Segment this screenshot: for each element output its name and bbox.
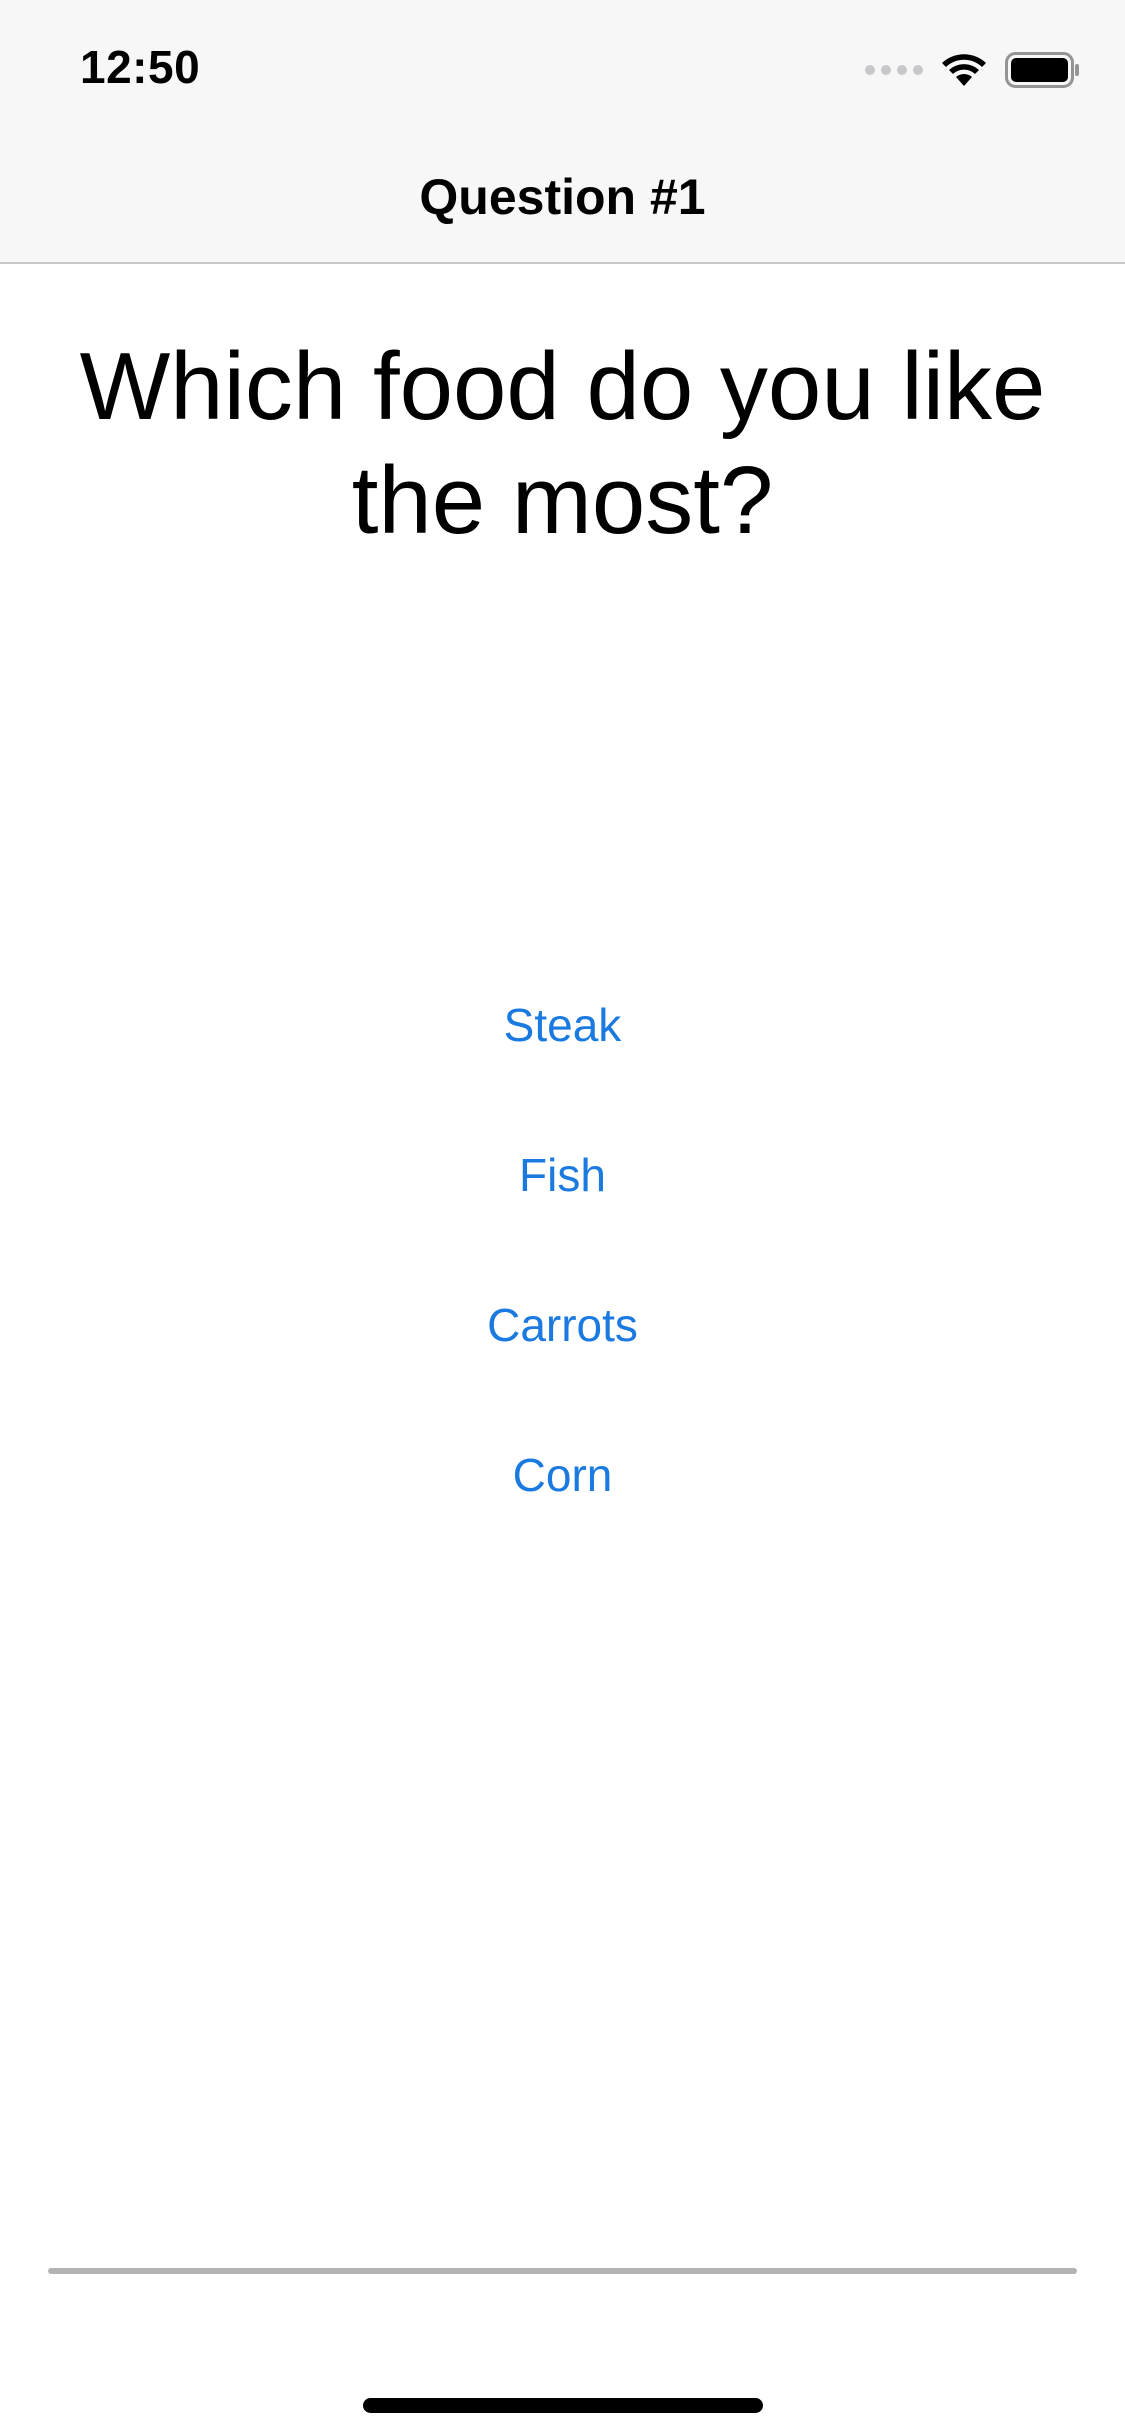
progress-bar xyxy=(48,2268,1077,2274)
navigation-header: 12:50 Question #1 xyxy=(0,0,1125,264)
signal-dots-icon xyxy=(865,65,923,75)
home-indicator[interactable] xyxy=(363,2398,763,2413)
status-time: 12:50 xyxy=(80,41,201,93)
answer-button-carrots[interactable]: Carrots xyxy=(363,1250,763,1400)
answer-button-steak[interactable]: Steak xyxy=(363,950,763,1100)
page-title: Question #1 xyxy=(419,169,706,225)
wifi-icon xyxy=(942,54,986,86)
answer-list: Steak Fish Carrots Corn xyxy=(0,950,1125,1550)
battery-icon xyxy=(1005,52,1079,88)
screen: 12:50 Question #1 Which food do you like… xyxy=(0,0,1125,2436)
status-icons xyxy=(865,48,1081,92)
answer-button-corn[interactable]: Corn xyxy=(363,1400,763,1550)
question-text: Which food do you like the most? xyxy=(79,333,1046,554)
answer-button-fish[interactable]: Fish xyxy=(363,1100,763,1250)
